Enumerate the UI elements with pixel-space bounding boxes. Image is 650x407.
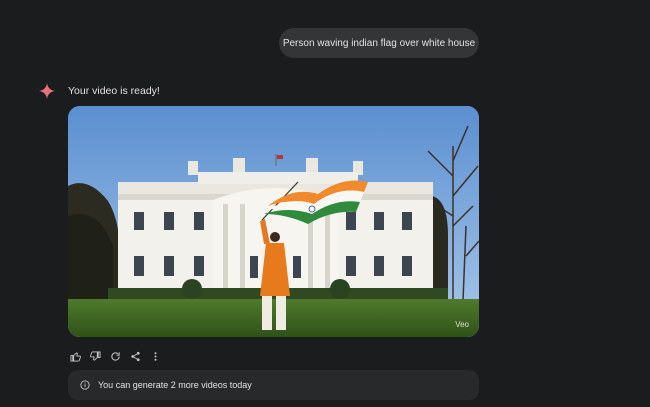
generated-video[interactable]: Veo xyxy=(68,106,479,337)
thumb-up-icon[interactable] xyxy=(68,349,82,363)
thumb-down-icon[interactable] xyxy=(88,349,102,363)
notice-text: You can generate 2 more videos today xyxy=(98,380,252,390)
assistant-message: Your video is ready! xyxy=(68,85,160,97)
user-prompt-bubble: Person waving indian flag over white hou… xyxy=(279,28,479,58)
gemini-sparkle-icon xyxy=(39,83,55,99)
more-vert-icon[interactable] xyxy=(148,349,162,363)
response-actions xyxy=(68,349,162,363)
generation-limit-notice: You can generate 2 more videos today xyxy=(68,370,479,400)
info-icon xyxy=(80,380,90,390)
share-icon[interactable] xyxy=(128,349,142,363)
veo-watermark: Veo xyxy=(455,320,469,329)
regenerate-icon[interactable] xyxy=(108,349,122,363)
video-frame xyxy=(68,106,479,337)
user-prompt-text: Person waving indian flag over white hou… xyxy=(282,37,476,49)
